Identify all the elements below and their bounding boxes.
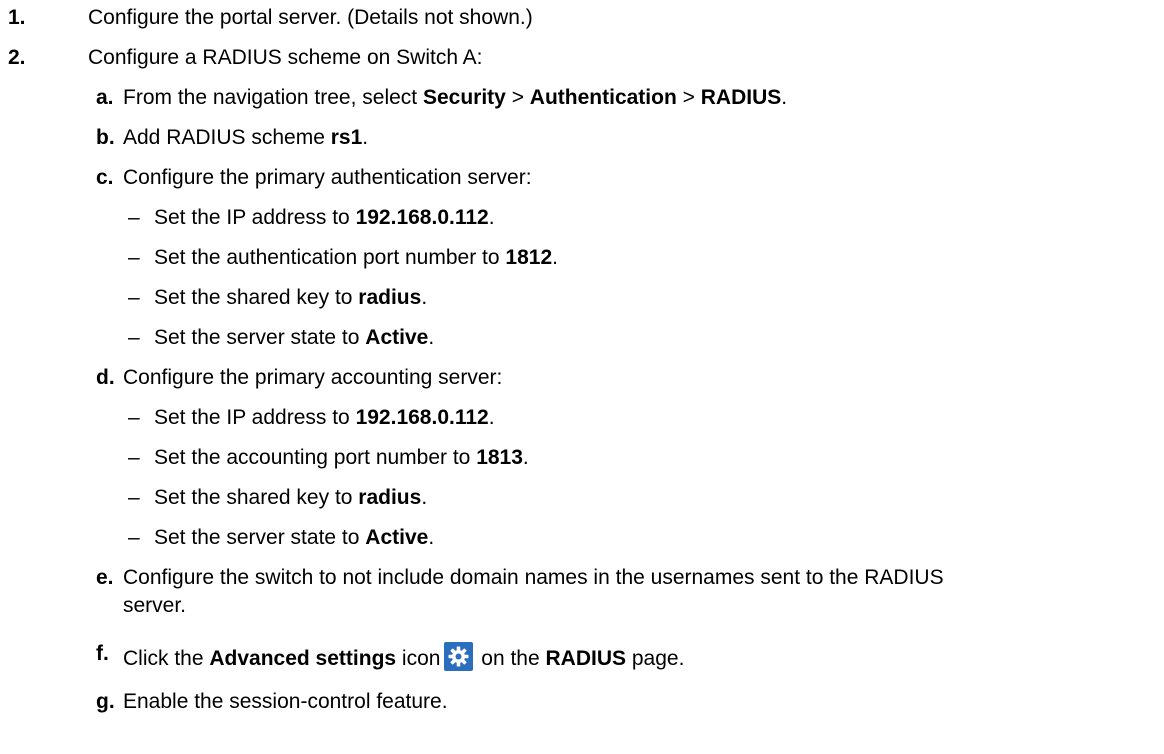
step-text: Configure a RADIUS scheme on Switch A:: [88, 46, 483, 69]
substep-text: Configure the primary authentication ser…: [123, 166, 532, 189]
dash-bullet: –: [128, 526, 140, 549]
dash-bullet: –: [128, 446, 140, 469]
step-text: Configure the portal server. (Details no…: [88, 6, 533, 29]
gear-icon: [444, 642, 474, 671]
item-text: Set the accounting port number to 1813.: [154, 446, 529, 469]
substep-text: Click the Advanced settings icon on the …: [123, 642, 684, 671]
dash-bullet: –: [128, 286, 140, 309]
substep-label: c.: [96, 166, 114, 189]
dash-bullet: –: [128, 326, 140, 349]
dash-bullet: –: [128, 486, 140, 509]
item-text: Set the authentication port number to 18…: [154, 246, 558, 269]
substep-text: Add RADIUS scheme rs1.: [123, 126, 369, 149]
item-text: Set the IP address to 192.168.0.112.: [154, 206, 495, 229]
substep-label: d.: [96, 366, 115, 389]
step-number: 1.: [8, 6, 26, 29]
substep-label: b.: [96, 126, 115, 149]
substep-e-continuation: server.: [123, 594, 187, 617]
item-text: Set the IP address to 192.168.0.112.: [154, 406, 495, 429]
dash-bullet: –: [128, 406, 140, 429]
document: 1. Configure the portal server. (Details…: [0, 0, 1164, 754]
substep-text: Configure the primary accounting server:: [123, 366, 503, 389]
substep-label: e.: [96, 566, 114, 589]
dash-bullet: –: [128, 246, 140, 269]
substep-label: a.: [96, 86, 114, 109]
substep-text: Enable the session-control feature.: [123, 690, 448, 713]
item-text: Set the shared key to radius.: [154, 286, 428, 309]
substep-text: From the navigation tree, select Securit…: [123, 86, 788, 109]
dash-bullet: –: [128, 206, 140, 229]
item-text: Set the server state to Active.: [154, 326, 435, 349]
substep-label: f.: [96, 642, 109, 665]
item-text: Set the shared key to radius.: [154, 486, 428, 509]
substep-label: g.: [96, 690, 115, 713]
substep-text: Configure the switch to not include doma…: [123, 566, 944, 589]
step-number: 2.: [8, 46, 26, 69]
item-text: Set the server state to Active.: [154, 526, 435, 549]
